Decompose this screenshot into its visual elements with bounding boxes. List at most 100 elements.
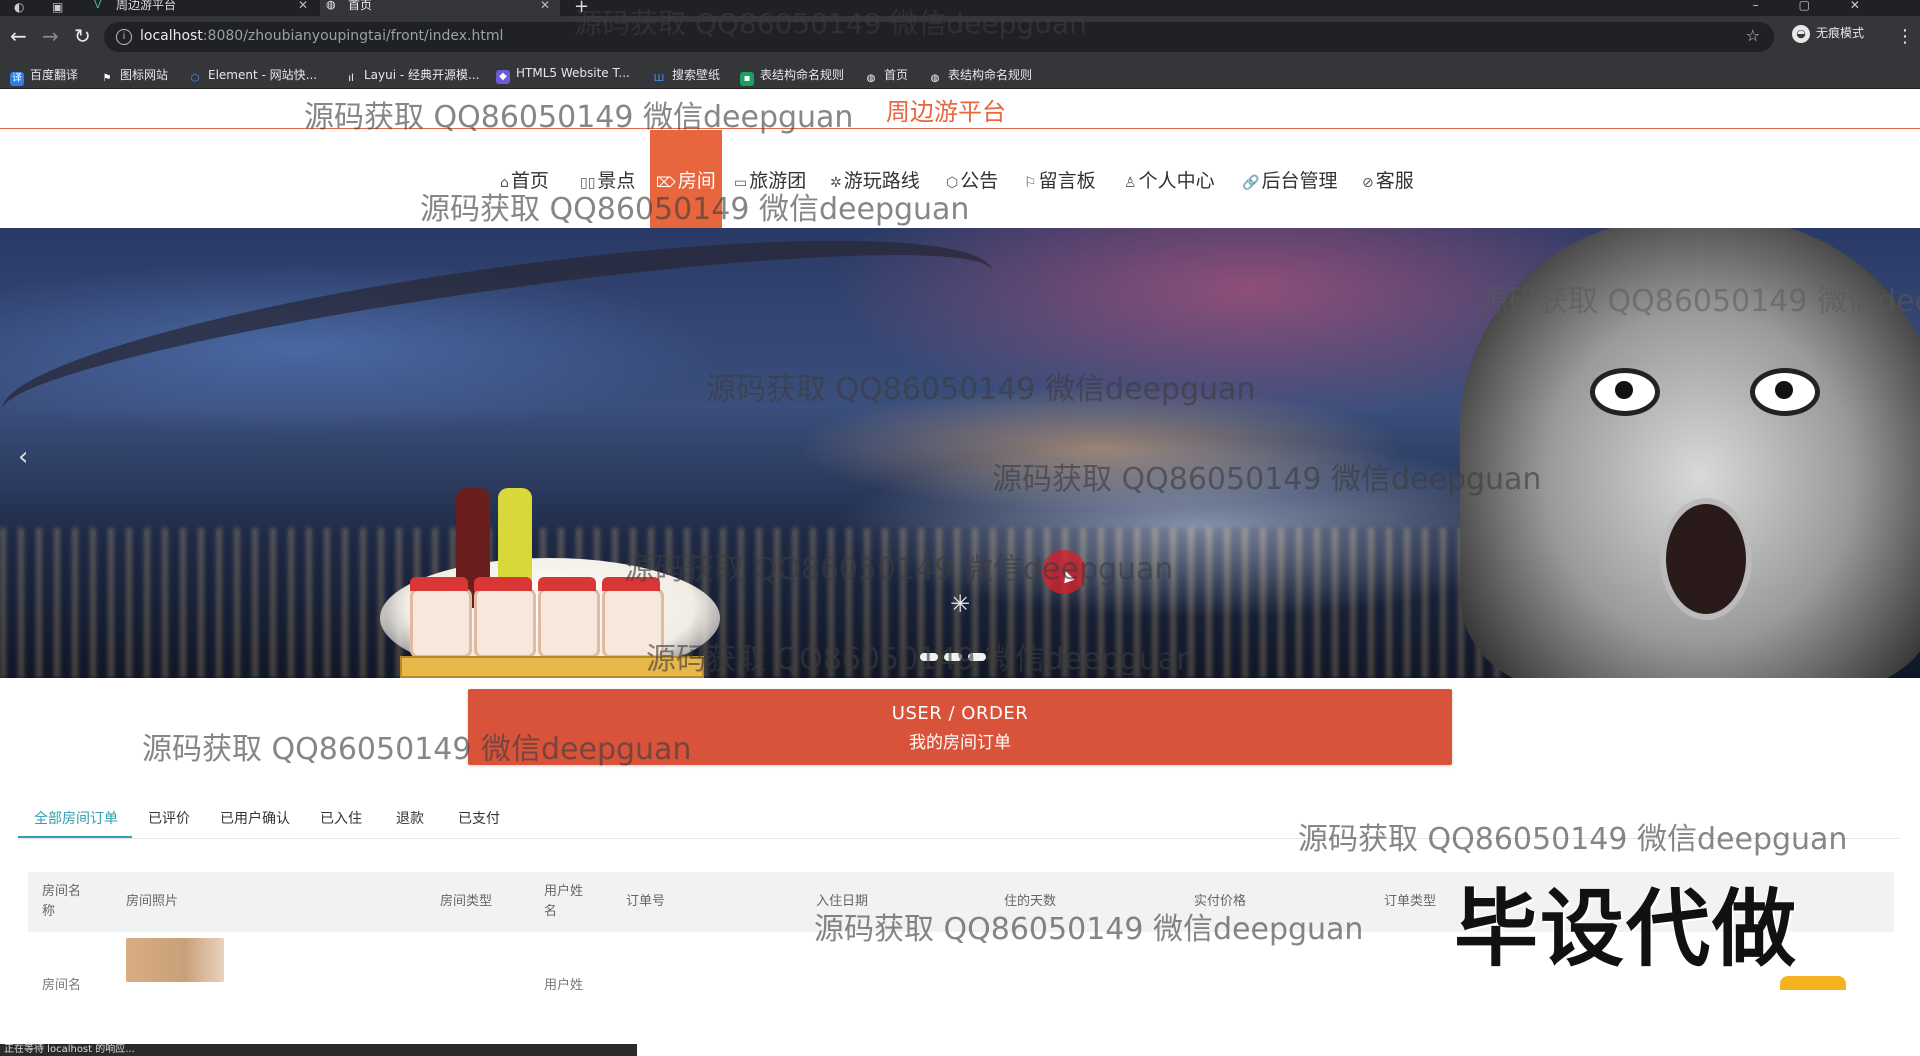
nav-support[interactable]: ⊘ 客服: [1362, 166, 1414, 193]
bookmark-item[interactable]: ⚑ 图标网站: [100, 66, 169, 86]
site-title: 周边游平台: [886, 98, 1006, 126]
close-tab-icon[interactable]: ✕: [298, 0, 308, 11]
url-host: localhost: [140, 28, 203, 44]
layui-icon: ıl: [348, 73, 354, 84]
watermark: 源码获取 QQ86050149 微信deepguan: [574, 7, 1087, 40]
jar: [538, 577, 600, 658]
watermark: 源码获取 QQ86050149 微信deepguan: [420, 192, 970, 227]
bookmark-label: Layui - 经典开源模...: [364, 68, 480, 82]
col-room-photo: 房间照片: [126, 894, 179, 909]
nav-label: 个人中心: [1138, 170, 1215, 192]
nav-admin[interactable]: 🔗 后台管理: [1242, 166, 1337, 193]
html5-icon: ◆: [496, 70, 510, 84]
statue-eye: [1590, 368, 1660, 416]
jar: [474, 577, 536, 658]
watermark: 源码获取 QQ86050149 微信deepguan: [1298, 822, 1848, 857]
element-icon: ⬡: [190, 73, 200, 84]
bookmarks-bar: 译百度翻译 ⚑ 图标网站 ⬡ Element - 网站快... ıl Layui - …: [0, 60, 1920, 89]
globe-icon: ◍: [326, 0, 336, 11]
globe-icon: ◍: [866, 73, 876, 84]
tab-reviewed[interactable]: 已评价: [148, 808, 190, 828]
incognito-label: 无痕模式: [1816, 26, 1865, 40]
nav-label: 留言板: [1038, 170, 1096, 192]
bookmark-item[interactable]: ◆ HTML5 Website T...: [496, 66, 630, 84]
bookmark-item[interactable]: ▪ 表结构命名规则: [740, 66, 844, 86]
url-path: :8080/zhoubianyoupingtai/front/index.htm…: [202, 28, 504, 44]
bookmark-label: 首页: [884, 68, 909, 82]
cell-user-name: 用户姓: [544, 978, 584, 993]
bookmark-item[interactable]: ◍ 首页: [864, 66, 908, 86]
reload-icon[interactable]: ↻: [74, 26, 91, 46]
watermark: 源码获取 QQ86050149 微信deepguan: [992, 462, 1542, 497]
bookmark-item[interactable]: ⬡ Element - 网站快...: [188, 66, 317, 86]
bookmark-label: 表结构命名规则: [948, 68, 1033, 82]
loading-spinner-icon: ✳: [950, 590, 971, 618]
tab-search-icon[interactable]: ▣: [52, 0, 63, 14]
url-text[interactable]: localhost:8080/zhoubianyoupingtai/front/…: [140, 28, 503, 44]
support-icon: ⊘: [1362, 175, 1374, 191]
tab-title: 周边游平台: [116, 0, 177, 12]
header-divider: [0, 128, 1920, 129]
bookmark-label: 表结构命名规则: [760, 68, 845, 82]
bookmark-star-icon[interactable]: ☆: [1746, 26, 1760, 45]
watermark: 源码获取 QQ86050149 微信deepguan: [814, 912, 1364, 947]
bookmark-label: HTML5 Website T...: [516, 66, 630, 80]
nav-label: 客服: [1375, 170, 1414, 192]
overlay-tag: 毕设代做: [1454, 880, 1799, 978]
bookmark-label: Element - 网站快...: [208, 68, 318, 82]
browser-tab-2[interactable]: ◍ 首页 ✕: [320, 0, 560, 16]
tab-user-confirmed[interactable]: 已用户确认: [220, 808, 290, 828]
watermark: 源码获取 QQ86050149 微信deepguan: [706, 372, 1256, 407]
incognito-indicator[interactable]: ◒ 无痕模式: [1792, 24, 1864, 43]
nav-profile[interactable]: ♙ 个人中心: [1124, 166, 1215, 193]
statue-mouth: [1660, 498, 1752, 620]
bookmark-item[interactable]: Ш 搜索壁纸: [652, 66, 720, 86]
globe-icon: ◍: [930, 73, 940, 84]
room-photo-thumbnail[interactable]: [126, 938, 224, 982]
cell-room-name: 房间名: [42, 978, 82, 993]
tab-refund[interactable]: 退款: [396, 808, 424, 828]
bookmark-label: 搜索壁纸: [672, 68, 721, 82]
browser-tab-1[interactable]: V 周边游平台 ✕: [88, 0, 318, 16]
window-controls[interactable]: –▢✕: [1753, 0, 1900, 12]
watermark: 源码获取 QQ86050149 微信deepguan: [304, 100, 854, 135]
translate-icon: 译: [10, 72, 24, 86]
jar: [410, 577, 472, 658]
forward-icon[interactable]: →: [42, 26, 59, 46]
order-banner-en: USER / ORDER: [891, 703, 1029, 724]
browser-status-bar: 正在等待 localhost 的响应...: [0, 1044, 637, 1056]
bookmark-item[interactable]: ◍ 表结构命名规则: [928, 66, 1032, 86]
tab-paid[interactable]: 已支付: [458, 808, 500, 828]
wallpaper-icon: Ш: [653, 73, 665, 84]
vue-icon: V: [94, 0, 102, 11]
bookmark-item[interactable]: ıl Layui - 经典开源模...: [344, 66, 479, 86]
bookmark-item[interactable]: 译百度翻译: [10, 66, 78, 86]
nav-label: 后台管理: [1261, 170, 1338, 192]
carousel-prev-icon[interactable]: ‹: [18, 442, 28, 472]
sheet-icon: ▪: [740, 72, 754, 86]
col-order-no: 订单号: [626, 894, 666, 909]
back-icon[interactable]: ←: [10, 26, 27, 46]
profile-icon[interactable]: ◐: [14, 0, 24, 14]
site-info-icon[interactable]: i: [116, 29, 132, 45]
col-user-name: 用户姓名: [544, 884, 584, 919]
watermark: 源码获取 QQ86050149 微信deepguan: [142, 732, 692, 767]
active-tab-underline: [18, 836, 132, 838]
tab-title: 首页: [348, 0, 373, 12]
col-room-name: 房间名称: [42, 884, 82, 919]
watermark: 源码获取 QQ86050149 微信deepguan: [1478, 284, 1920, 319]
flag-icon: ⚐: [1024, 175, 1037, 191]
nav-message-board[interactable]: ⚐ 留言板: [1024, 166, 1096, 193]
watermark: 源码获取 QQ86050149 微信deepguan: [646, 642, 1196, 677]
user-icon: ♙: [1124, 175, 1137, 191]
tab-checked-in[interactable]: 已入住: [320, 808, 362, 828]
tab-all-orders[interactable]: 全部房间订单: [34, 808, 118, 828]
col-room-type: 房间类型: [440, 894, 493, 909]
bookmark-label: 百度翻译: [30, 68, 79, 82]
flag-icon: ⚑: [102, 73, 112, 84]
bookmark-label: 图标网站: [120, 68, 169, 82]
close-tab-icon[interactable]: ✕: [540, 0, 550, 11]
link-icon: 🔗: [1242, 175, 1260, 191]
browser-menu-icon[interactable]: ⋮: [1896, 26, 1914, 47]
statue-eye: [1750, 368, 1820, 416]
